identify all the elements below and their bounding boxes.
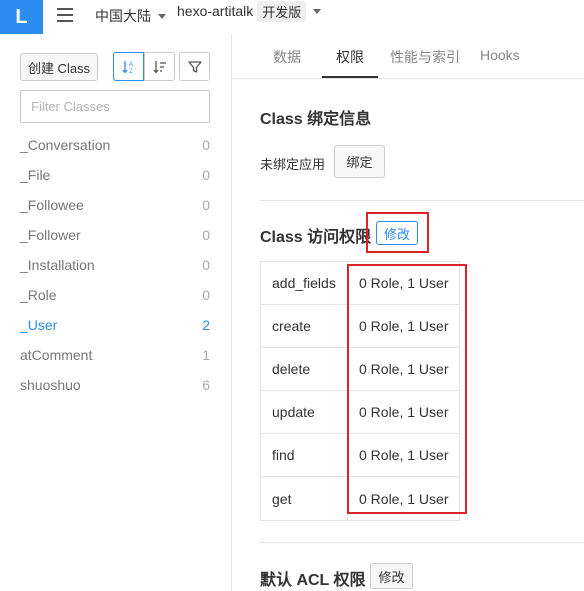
- env-badge: 开发版: [257, 0, 307, 22]
- permission-operation: create: [261, 305, 348, 347]
- app-selector[interactable]: hexo-artitalk 开发版: [177, 0, 322, 22]
- permission-operation: add_fields: [261, 262, 348, 304]
- class-count: 0: [202, 197, 210, 213]
- sort-alpha-icon: A Z: [121, 60, 133, 74]
- filter-classes-input[interactable]: [20, 90, 210, 123]
- class-list: _Conversation 0 _File 0 _Followee 0 _Fol…: [20, 130, 210, 400]
- tab-permissions[interactable]: 权限: [336, 47, 364, 67]
- app-logo[interactable]: L: [0, 0, 43, 34]
- app-name: hexo-artitalk: [177, 3, 254, 19]
- class-count: 1: [202, 347, 210, 363]
- section-divider: [260, 200, 584, 201]
- region-label: 中国大陆: [95, 8, 151, 24]
- svg-text:Z: Z: [129, 69, 133, 74]
- class-item-follower[interactable]: _Follower 0: [20, 220, 210, 250]
- class-item-conversation[interactable]: _Conversation 0: [20, 130, 210, 160]
- top-bar: L 中国大陆 hexo-artitalk 开发版: [0, 0, 584, 34]
- class-count: 6: [202, 377, 210, 393]
- tab-bar: 数据 权限 性能与索引 Hooks: [233, 34, 584, 79]
- permission-operation: update: [261, 391, 348, 433]
- active-tab-indicator: [322, 76, 378, 78]
- class-name: _Follower: [20, 227, 81, 243]
- class-count: 0: [202, 167, 210, 183]
- class-name: shuoshuo: [20, 377, 81, 393]
- chevron-down-icon: [313, 8, 322, 14]
- class-name: _Installation: [20, 257, 95, 273]
- sort-lines-icon: [152, 60, 166, 74]
- bind-button[interactable]: 绑定: [334, 145, 385, 178]
- class-name: atComment: [20, 347, 93, 363]
- permission-operation: delete: [261, 348, 348, 390]
- class-name: _File: [20, 167, 51, 183]
- menu-icon[interactable]: [57, 8, 73, 24]
- region-selector[interactable]: 中国大陆: [95, 7, 166, 25]
- class-item-user[interactable]: _User 2: [20, 310, 210, 340]
- class-name: _Followee: [20, 197, 84, 213]
- tab-performance-index[interactable]: 性能与索引: [390, 47, 460, 67]
- highlight-box: [347, 264, 467, 514]
- sort-alpha-button[interactable]: A Z: [113, 52, 144, 81]
- main-panel: 数据 权限 性能与索引 Hooks Class 绑定信息 未绑定应用 绑定 Cl…: [233, 34, 584, 591]
- class-count: 0: [202, 137, 210, 153]
- class-item-atcomment[interactable]: atComment 1: [20, 340, 210, 370]
- filter-button[interactable]: [179, 52, 210, 81]
- binding-status: 未绑定应用: [260, 157, 326, 172]
- class-count: 0: [202, 287, 210, 303]
- class-sidebar: 创建 Class A Z _Conversation 0 _File 0: [0, 34, 232, 591]
- tab-hooks[interactable]: Hooks: [480, 47, 520, 63]
- create-class-button[interactable]: 创建 Class: [20, 53, 98, 81]
- edit-default-acl-button[interactable]: 修改: [370, 563, 413, 589]
- class-count: 0: [202, 227, 210, 243]
- class-item-role[interactable]: _Role 0: [20, 280, 210, 310]
- access-section-title: Class 访问权限: [260, 229, 372, 246]
- class-name: _User: [20, 317, 58, 333]
- class-item-followee[interactable]: _Followee 0: [20, 190, 210, 220]
- sort-order-button[interactable]: [144, 52, 175, 81]
- class-name: _Conversation: [20, 137, 111, 153]
- class-count: 2: [202, 317, 210, 333]
- section-divider: [260, 542, 584, 543]
- permission-operation: find: [261, 434, 348, 476]
- chevron-down-icon: [158, 13, 166, 19]
- binding-section-title: Class 绑定信息: [260, 111, 372, 128]
- class-count: 0: [202, 257, 210, 273]
- default-acl-section-title: 默认 ACL 权限: [260, 572, 366, 589]
- permission-operation: get: [261, 477, 348, 520]
- svg-text:A: A: [129, 62, 133, 68]
- class-item-file[interactable]: _File 0: [20, 160, 210, 190]
- class-item-shuoshuo[interactable]: shuoshuo 6: [20, 370, 210, 400]
- highlight-box: [366, 212, 429, 253]
- class-name: _Role: [20, 287, 57, 303]
- tab-data[interactable]: 数据: [273, 47, 301, 67]
- class-item-installation[interactable]: _Installation 0: [20, 250, 210, 280]
- filter-icon: [187, 60, 202, 73]
